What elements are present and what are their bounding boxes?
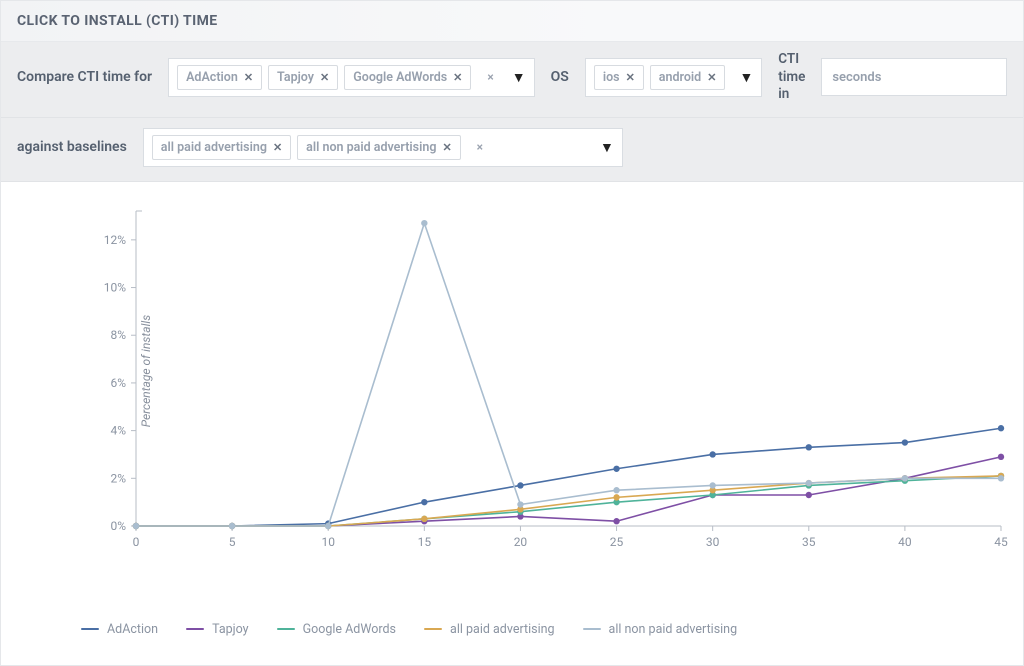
legend-swatch [186, 628, 204, 630]
legend-swatch [81, 628, 99, 630]
close-icon[interactable]: ✕ [707, 71, 716, 84]
tag-adaction[interactable]: AdAction ✕ [177, 65, 262, 90]
svg-text:12%: 12% [104, 232, 126, 246]
chevron-down-icon[interactable]: ▼ [731, 69, 753, 86]
svg-text:10: 10 [321, 535, 335, 549]
svg-text:5: 5 [229, 535, 236, 549]
svg-text:10%: 10% [104, 280, 126, 294]
svg-text:15: 15 [418, 535, 432, 549]
legend-item: all non paid advertising [583, 622, 738, 637]
svg-text:0: 0 [133, 535, 140, 549]
cti-line-chart: 0% 2% 4% 6% 8% 10% 12% 0 5 10 15 20 25 30 35 40 45 Percen… [31, 206, 1011, 566]
legend-label: Google AdWords [303, 622, 396, 637]
legend-swatch [583, 628, 601, 630]
filter-row-compare: Compare CTI time for AdAction ✕ Tapjoy ✕… [1, 42, 1023, 118]
close-icon[interactable]: ✕ [273, 141, 282, 154]
svg-text:20: 20 [514, 535, 528, 549]
tag-android[interactable]: android ✕ [650, 65, 726, 90]
svg-text:Percentage of installs: Percentage of installs [139, 314, 153, 426]
tag-google-adwords[interactable]: Google AdWords ✕ [344, 65, 471, 90]
svg-text:25: 25 [610, 535, 624, 549]
close-icon[interactable]: ✕ [320, 71, 329, 84]
svg-text:45: 45 [994, 535, 1008, 549]
cti-unit-select[interactable]: seconds [821, 58, 1007, 96]
legend-item: all paid advertising [424, 622, 555, 637]
svg-text:2%: 2% [110, 471, 126, 485]
close-icon[interactable]: ✕ [244, 71, 253, 84]
tag-label: all non paid advertising [306, 140, 436, 155]
svg-text:40: 40 [898, 535, 912, 549]
svg-text:30: 30 [706, 535, 720, 549]
cti-unit-value: seconds [832, 70, 881, 85]
close-icon[interactable]: ✕ [626, 71, 635, 84]
chevron-down-icon[interactable]: ▼ [592, 139, 614, 156]
chart-area: 0% 2% 4% 6% 8% 10% 12% 0 5 10 15 20 25 30 35 40 45 Percen… [1, 182, 1023, 612]
legend-swatch [424, 628, 442, 630]
legend-item: AdAction [81, 622, 158, 637]
tag-tapjoy[interactable]: Tapjoy ✕ [268, 65, 338, 90]
legend-swatch [277, 628, 295, 630]
legend-label: all paid advertising [450, 622, 555, 637]
clear-all-icon[interactable]: × [477, 70, 497, 84]
svg-text:6%: 6% [110, 375, 126, 389]
legend-label: all non paid advertising [609, 622, 738, 637]
legend-item: Tapjoy [186, 622, 249, 637]
baselines-tag-select[interactable]: all paid advertising ✕ all non paid adve… [143, 128, 623, 167]
os-label: OS [551, 69, 569, 85]
tag-label: android [659, 70, 701, 85]
clear-all-icon[interactable]: × [467, 140, 487, 154]
tag-ios[interactable]: ios ✕ [594, 65, 644, 90]
chart-legend: AdAction Tapjoy Google AdWords all paid … [1, 612, 1023, 637]
close-icon[interactable]: ✕ [453, 71, 462, 84]
tag-all-nonpaid[interactable]: all non paid advertising ✕ [297, 135, 461, 160]
svg-text:8%: 8% [110, 328, 126, 342]
legend-label: AdAction [107, 622, 158, 637]
compare-label: Compare CTI time for [17, 69, 152, 85]
panel-title: CLICK TO INSTALL (CTI) TIME [1, 1, 1023, 42]
chevron-down-icon[interactable]: ▼ [504, 69, 526, 86]
tag-label: all paid advertising [161, 140, 267, 155]
svg-text:0%: 0% [110, 519, 126, 533]
svg-text:4%: 4% [110, 423, 126, 437]
baselines-label: against baselines [17, 139, 127, 155]
tag-label: ios [603, 70, 620, 85]
tag-label: Tapjoy [277, 70, 314, 85]
close-icon[interactable]: ✕ [442, 141, 451, 154]
filter-row-baselines: against baselines all paid advertising ✕… [1, 118, 1023, 182]
tag-label: Google AdWords [353, 70, 447, 85]
svg-text:35: 35 [802, 535, 816, 549]
tag-label: AdAction [186, 70, 238, 85]
tag-all-paid[interactable]: all paid advertising ✕ [152, 135, 291, 160]
legend-label: Tapjoy [212, 622, 249, 637]
cti-unit-label: CTI time in [778, 52, 805, 103]
legend-item: Google AdWords [277, 622, 396, 637]
compare-tag-select[interactable]: AdAction ✕ Tapjoy ✕ Google AdWords ✕ × ▼ [168, 58, 535, 97]
os-tag-select[interactable]: ios ✕ android ✕ ▼ [585, 58, 762, 97]
